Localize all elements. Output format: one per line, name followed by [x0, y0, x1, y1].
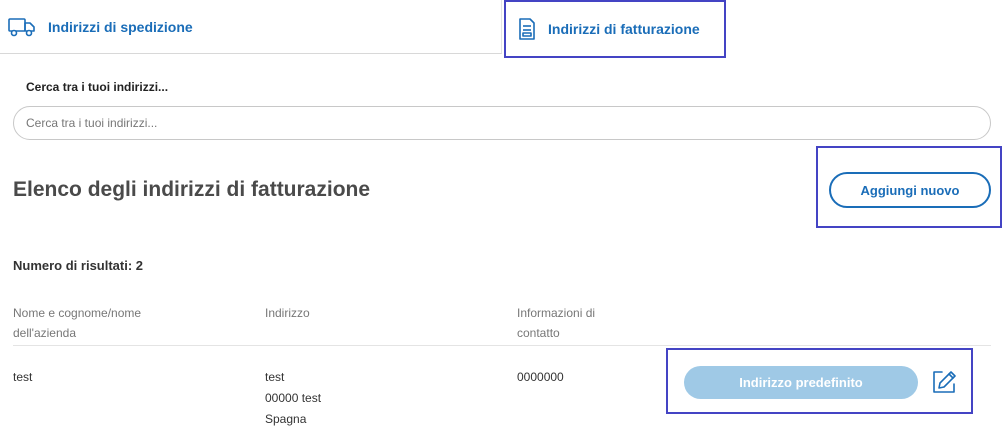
- tab-billing-addresses[interactable]: Indirizzi di fatturazione: [504, 0, 726, 58]
- invoice-icon: [518, 17, 536, 41]
- truck-icon: [8, 16, 36, 38]
- address-tabs: Indirizzi di spedizione Indirizzi di fat…: [0, 0, 1006, 58]
- edit-icon[interactable]: [930, 368, 958, 396]
- column-header-name: Nome e cognome/nome dell'azienda: [13, 306, 142, 340]
- search-input[interactable]: [13, 106, 991, 140]
- default-address-button[interactable]: Indirizzo predefinito: [684, 366, 918, 399]
- row-address: test 00000 test Spagna: [265, 370, 322, 426]
- page-title: Elenco degli indirizzi di fatturazione: [13, 178, 371, 201]
- results-count: Numero di risultati: 2: [13, 258, 144, 273]
- search-label: Cerca tra i tuoi indirizzi...: [26, 80, 169, 94]
- row-name: test: [13, 370, 33, 384]
- tab-shipping-label: Indirizzi di spedizione: [48, 18, 193, 35]
- tab-shipping-addresses[interactable]: Indirizzi di spedizione: [0, 0, 502, 54]
- column-header-address: Indirizzo: [265, 306, 310, 320]
- column-header-contact: Informazioni di contatto: [517, 306, 596, 340]
- table-divider: [13, 345, 991, 346]
- add-new-button[interactable]: Aggiungi nuovo: [829, 172, 991, 208]
- row-contact: 0000000: [517, 370, 564, 384]
- tab-billing-label: Indirizzi di fatturazione: [548, 21, 700, 37]
